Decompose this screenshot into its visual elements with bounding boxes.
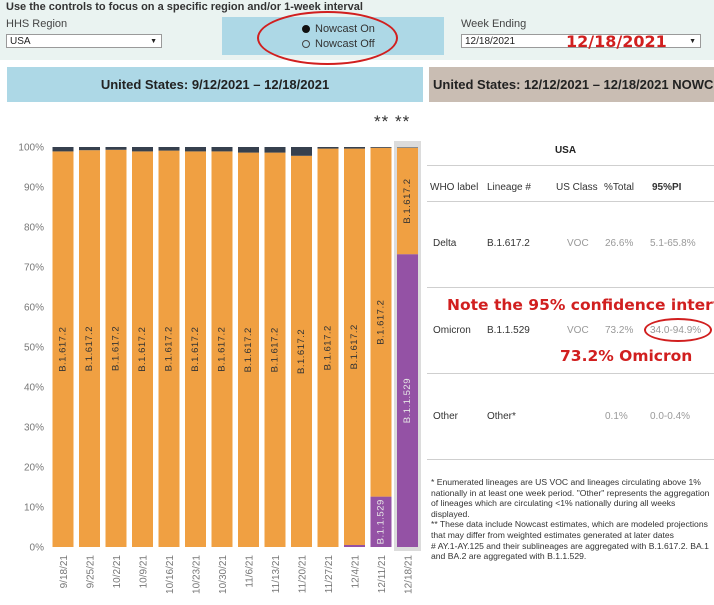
x-tick-label: 11/6/21 xyxy=(245,555,256,588)
bar-segment xyxy=(52,147,74,152)
bar-label: B.1.617.2 xyxy=(190,327,201,372)
bar-label: B.1.617.2 xyxy=(376,300,387,345)
bar-label: B.1.617.2 xyxy=(111,326,122,371)
omicron-annotation: 73.2% Omicron xyxy=(560,347,693,365)
row-delta-who: Delta xyxy=(433,238,457,249)
bar-segment xyxy=(132,147,153,152)
x-tick-label: 10/16/21 xyxy=(165,555,176,594)
table-divider xyxy=(427,459,714,460)
y-tick-label: 50% xyxy=(24,343,44,354)
x-tick-label: 9/18/21 xyxy=(59,555,70,589)
x-tick-label: 10/2/21 xyxy=(112,555,123,589)
region-label: HHS Region xyxy=(6,18,68,30)
ci-annotation-ellipse xyxy=(644,318,712,342)
bar-label: B.1.617.2 xyxy=(270,327,281,372)
row-omicron-lineage: B.1.1.529 xyxy=(487,325,530,336)
x-tick-label: 9/25/21 xyxy=(86,555,97,589)
bar-segment xyxy=(264,147,286,153)
bar-label: B.1.617.2 xyxy=(323,325,334,370)
y-tick-label: 20% xyxy=(24,463,44,474)
bar-segment xyxy=(344,147,365,149)
x-tick-label: 11/27/21 xyxy=(324,555,335,594)
row-other-total: 0.1% xyxy=(605,411,628,422)
bar-label: B.1.617.2 xyxy=(58,327,69,372)
bar-segment xyxy=(211,147,233,152)
bar-label: B.1.1.529 xyxy=(402,378,413,423)
week-ending-label: Week Ending xyxy=(461,18,527,30)
nowcast-annotation-ellipse xyxy=(257,11,398,65)
y-tick-label: 30% xyxy=(24,423,44,434)
table-header: United States: 12/12/2021 – 12/18/2021 N… xyxy=(429,67,714,102)
bar-segment xyxy=(291,147,312,156)
ci-annotation: Note the 95% confidence interval xyxy=(447,296,714,314)
col-95pi: 95%PI xyxy=(652,182,682,193)
chart-header: United States: 9/12/2021 – 12/18/2021 xyxy=(7,67,423,102)
region-dropdown[interactable]: USA ▼ xyxy=(6,34,162,48)
x-tick-label: 11/13/21 xyxy=(271,555,282,594)
bar-label: B.1.617.2 xyxy=(137,327,148,372)
y-tick-label: 60% xyxy=(24,303,44,314)
bar-segment xyxy=(370,147,392,148)
col-pct-total: %Total xyxy=(604,182,635,193)
x-tick-label: 10/9/21 xyxy=(139,555,150,589)
row-other-lineage: Other* xyxy=(487,411,516,422)
bar-label: B.1.617.2 xyxy=(349,324,360,369)
bar-label: B.1.1.529 xyxy=(376,499,387,544)
footnote-nowcast: ** These data include Nowcast estimates,… xyxy=(431,519,708,540)
col-us-class: US Class xyxy=(556,182,598,193)
bar-segment xyxy=(79,147,100,151)
y-tick-label: 90% xyxy=(24,183,44,194)
y-tick-label: 40% xyxy=(24,383,44,394)
col-who-label: WHO label xyxy=(430,182,479,193)
x-tick-label: 11/20/21 xyxy=(298,555,309,594)
table-divider xyxy=(427,165,714,166)
bar-label: B.1.617.2 xyxy=(243,327,254,372)
bar-label: B.1.617.2 xyxy=(164,326,175,371)
x-tick-label: 12/18/21 xyxy=(404,555,415,594)
y-tick-label: 100% xyxy=(18,143,44,154)
bar-label: B.1.617.2 xyxy=(217,327,228,372)
date-annotation: 12/18/2021 xyxy=(566,32,667,51)
y-tick-label: 10% xyxy=(24,503,44,514)
x-tick-label: 10/23/21 xyxy=(192,555,203,594)
table-region: USA xyxy=(554,145,577,156)
table-divider xyxy=(427,287,714,288)
y-tick-label: 70% xyxy=(24,263,44,274)
row-other-pi: 0.0-0.4% xyxy=(650,411,691,422)
bar-segment xyxy=(158,147,180,151)
row-omicron-who: Omicron xyxy=(433,325,471,336)
row-delta-pi: 5.1-65.8% xyxy=(650,238,696,249)
bar-segment xyxy=(344,545,365,547)
y-tick-label: 0% xyxy=(30,543,45,554)
row-delta-class: VOC xyxy=(567,238,589,249)
region-dropdown-value: USA xyxy=(10,36,31,47)
row-omicron-class: VOC xyxy=(567,325,589,336)
table-divider xyxy=(427,201,714,202)
bar-segment xyxy=(105,147,127,150)
footnotes: * Enumerated lineages are US VOC and lin… xyxy=(431,477,714,562)
bar-segment xyxy=(397,147,418,148)
footnote-aggregation: # AY.1-AY.125 and their sublineages are … xyxy=(431,540,709,562)
bar-segment xyxy=(317,147,339,149)
x-tick-label: 12/4/21 xyxy=(351,555,362,589)
week-ending-value: 12/18/2021 xyxy=(465,36,516,47)
row-delta-lineage: B.1.617.2 xyxy=(487,238,530,249)
row-other-who: Other xyxy=(433,411,459,422)
bar-label: B.1.617.2 xyxy=(84,326,95,371)
col-lineage: Lineage # xyxy=(487,182,531,193)
chevron-down-icon: ▼ xyxy=(689,38,696,45)
lineage-stacked-bar-chart: 0% 10% 20% 30% 40% 50% 60% 70% 80% 90% 100% 9/18/21… xyxy=(18,141,421,594)
row-delta-total: 26.6% xyxy=(605,238,634,249)
bar-label: B.1.617.2 xyxy=(402,178,413,223)
y-tick-label: 80% xyxy=(24,223,44,234)
x-tick-label: 12/11/21 xyxy=(377,555,388,594)
bar-label: B.1.617.2 xyxy=(296,329,307,374)
footnote-lineages: * Enumerated lineages are US VOC and lin… xyxy=(431,477,710,519)
x-tick-label: 10/30/21 xyxy=(218,555,229,594)
table-divider xyxy=(427,373,714,374)
row-omicron-total: 73.2% xyxy=(605,325,634,336)
bar-segment xyxy=(238,147,259,153)
bar-segment xyxy=(185,147,206,152)
chevron-down-icon: ▼ xyxy=(150,38,157,45)
